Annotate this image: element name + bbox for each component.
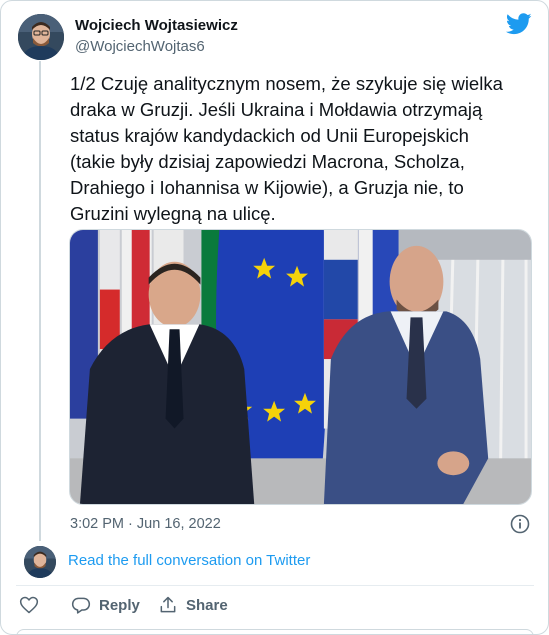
divider (16, 585, 534, 586)
heart-icon (19, 596, 39, 614)
conversation-avatar[interactable] (24, 546, 56, 578)
tweet-date: Jun 16, 2022 (136, 516, 221, 532)
tweet-embed-card: Wojciech Wojtasiewicz @WojciechWojtas6 1… (0, 0, 549, 635)
info-icon[interactable] (510, 514, 530, 534)
tweet-photo[interactable] (69, 229, 532, 505)
reply-label: Reply (99, 596, 140, 614)
share-icon (160, 596, 176, 613)
read-more-bar[interactable] (16, 629, 534, 634)
like-button[interactable] (19, 595, 39, 615)
thread-line (39, 61, 41, 541)
share-label: Share (186, 596, 228, 614)
share-button[interactable]: Share (158, 595, 228, 615)
read-conversation-link[interactable]: Read the full conversation on Twitter (68, 552, 310, 569)
author-avatar[interactable] (18, 14, 64, 60)
timestamp-separator: · (128, 516, 133, 532)
author-handle[interactable]: @WojciechWojtas6 (75, 38, 205, 55)
reply-button[interactable]: Reply (71, 595, 140, 615)
reply-bubble-icon (71, 597, 91, 614)
tweet-time: 3:02 PM (70, 516, 124, 532)
tweet-text: 1/2 Czuję analitycznym nosem, że szykuje… (70, 73, 503, 224)
twitter-bird-icon[interactable] (505, 13, 532, 35)
author-name[interactable]: Wojciech Wojtasiewicz (75, 17, 238, 34)
tweet-timestamp[interactable]: 3:02 PM · Jun 16, 2022 (70, 516, 221, 532)
